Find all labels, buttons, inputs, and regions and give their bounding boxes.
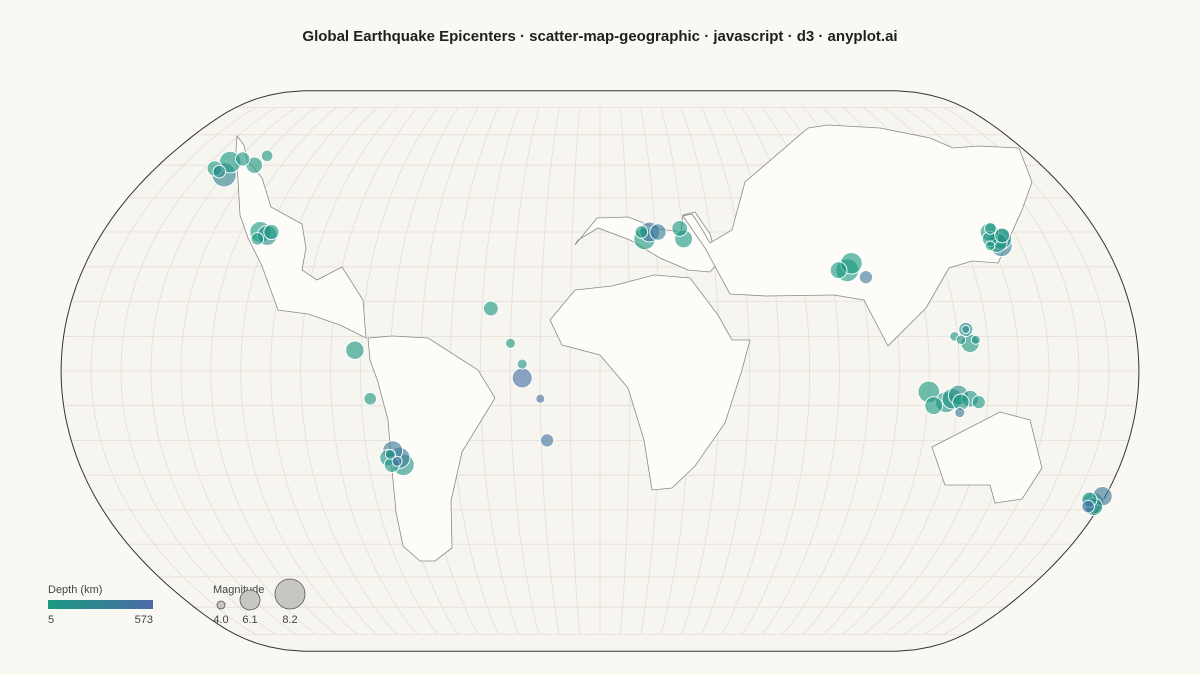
earthquake-point	[954, 407, 966, 419]
earthquake-point	[516, 358, 528, 370]
earthquake-point	[634, 225, 649, 239]
depth-legend: Depth (km) 5 573	[48, 584, 153, 626]
earthquake-point	[250, 232, 265, 246]
earthquake-point	[970, 334, 981, 345]
earthquake-point	[994, 227, 1011, 244]
earthquake-point	[384, 448, 396, 460]
earthquake-point	[955, 334, 967, 346]
depth-legend-min: 5	[48, 614, 54, 626]
earthquake-point	[483, 300, 499, 317]
earthquake-point	[505, 337, 516, 349]
earthquake-point	[345, 340, 365, 360]
earthquake-point	[961, 324, 971, 334]
magnitude-circle-medium	[239, 589, 261, 611]
earthquake-point	[924, 396, 944, 415]
earthquake-point	[540, 433, 555, 448]
magnitude-circle-small	[216, 600, 226, 610]
earthquake-point	[984, 222, 997, 235]
earthquake-point	[235, 151, 251, 167]
depth-legend-max: 573	[135, 614, 153, 626]
earthquake-point	[535, 393, 546, 404]
magnitude-label-small: 4.0	[213, 614, 228, 626]
earthquake-point	[649, 223, 667, 241]
earthquake-point	[260, 149, 274, 163]
earthquake-point	[829, 261, 848, 280]
depth-legend-title: Depth (km)	[48, 584, 102, 596]
magnitude-circle-large	[274, 578, 306, 610]
earthquake-point	[858, 270, 873, 285]
earthquake-point	[671, 220, 689, 237]
earthquake-point	[212, 164, 227, 179]
depth-color-bar	[48, 600, 153, 609]
map-figure: Global Earthquake Epicenters · scatter-m…	[0, 0, 1200, 675]
magnitude-label-large: 8.2	[282, 614, 297, 626]
earthquake-point	[363, 391, 377, 406]
earthquake-point	[263, 223, 280, 241]
world-map: Depth (km) 5 573 Magnitude 4.0 6.1 8.2	[48, 90, 1140, 652]
earthquake-point	[1081, 499, 1095, 514]
magnitude-label-medium: 6.1	[242, 614, 257, 626]
earthquake-point	[511, 367, 533, 389]
earthquake-point	[971, 395, 986, 410]
earthquake-point	[984, 240, 996, 252]
